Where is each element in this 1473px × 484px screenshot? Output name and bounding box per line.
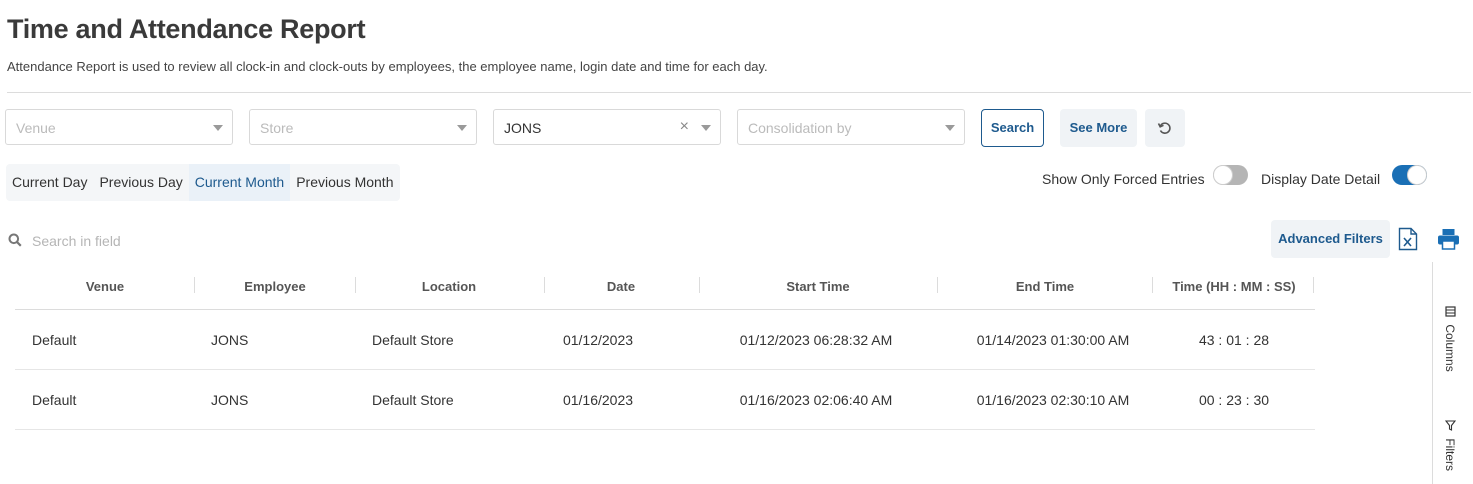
see-more-button[interactable]: See More [1060, 109, 1137, 147]
cell-location: Default Store [372, 392, 454, 408]
column-divider [355, 277, 356, 293]
chevron-down-icon [457, 125, 467, 131]
range-current-day[interactable]: Current Day [6, 164, 93, 201]
column-header-start-time[interactable]: Start Time [738, 279, 898, 294]
page-subtitle: Attendance Report is used to review all … [7, 59, 768, 74]
date-range-selector: Current Day Previous Day Current Month P… [6, 164, 400, 201]
toggle-knob [1213, 165, 1233, 185]
filter-icon [1444, 420, 1456, 431]
excel-icon[interactable] [1398, 227, 1418, 251]
column-header-venue[interactable]: Venue [55, 279, 155, 294]
columns-icon [1444, 306, 1456, 317]
chevron-down-icon [213, 125, 223, 131]
cell-date: 01/16/2023 [562, 392, 634, 408]
column-header-date[interactable]: Date [571, 279, 671, 294]
cell-date: 01/12/2023 [562, 332, 634, 348]
cell-location: Default Store [372, 332, 454, 348]
venue-select[interactable]: Venue [5, 109, 233, 145]
search-input[interactable] [32, 231, 252, 251]
clear-icon[interactable]: × [680, 118, 689, 136]
cell-duration: 43 : 01 : 28 [1198, 332, 1270, 348]
search-button[interactable]: Search [981, 109, 1044, 147]
range-previous-day[interactable]: Previous Day [93, 164, 188, 201]
field-search [8, 231, 258, 251]
columns-tab-label: Columns [1443, 324, 1457, 372]
report-table: Venue Employee Location Date Start Time … [15, 265, 1315, 430]
column-divider [544, 277, 545, 293]
employee-select[interactable]: JONS × [493, 109, 721, 145]
cell-employee: JONS [211, 332, 249, 348]
venue-placeholder: Venue [16, 120, 56, 136]
column-header-end-time[interactable]: End Time [965, 279, 1125, 294]
cell-start-time: 01/16/2023 02:06:40 AM [739, 392, 893, 408]
table-row[interactable]: Default JONS Default Store 01/16/2023 01… [15, 370, 1315, 430]
forced-entries-toggle[interactable] [1213, 165, 1248, 185]
range-current-month[interactable]: Current Month [188, 164, 291, 201]
column-divider [1152, 277, 1153, 293]
column-divider [1313, 277, 1314, 293]
rotate-ccw-icon [1157, 122, 1171, 134]
store-placeholder: Store [260, 120, 294, 136]
cell-employee: JONS [211, 392, 249, 408]
consolidation-placeholder: Consolidation by [748, 120, 852, 136]
cell-duration: 00 : 23 : 30 [1198, 392, 1270, 408]
header-divider [7, 92, 1471, 93]
filters-tab[interactable]: Filters [1443, 420, 1457, 471]
table-row[interactable]: Default JONS Default Store 01/12/2023 01… [15, 310, 1315, 370]
column-header-location[interactable]: Location [394, 279, 504, 294]
chevron-down-icon [701, 125, 711, 131]
employee-value: JONS [504, 120, 542, 136]
column-divider [699, 277, 700, 293]
chevron-down-icon [945, 125, 955, 131]
page-title: Time and Attendance Report [7, 14, 366, 44]
forced-entries-label: Show Only Forced Entries [1042, 171, 1205, 187]
date-detail-toggle[interactable] [1392, 165, 1427, 185]
cell-venue: Default [32, 332, 77, 348]
cell-end-time: 01/14/2023 01:30:00 AM [976, 332, 1130, 348]
columns-tab[interactable]: Columns [1443, 306, 1457, 372]
print-icon[interactable] [1437, 228, 1460, 250]
side-panel: Columns Filters [1432, 262, 1473, 484]
reset-button[interactable] [1145, 109, 1185, 147]
store-select[interactable]: Store [249, 109, 477, 145]
table-header: Venue Employee Location Date Start Time … [15, 265, 1315, 310]
advanced-filters-button[interactable]: Advanced Filters [1271, 220, 1390, 258]
column-divider [194, 277, 195, 293]
range-previous-month[interactable]: Previous Month [290, 164, 399, 201]
consolidation-select[interactable]: Consolidation by [737, 109, 965, 145]
filters-tab-label: Filters [1443, 438, 1457, 472]
column-header-duration[interactable]: Time (HH : MM : SS) [1164, 279, 1304, 294]
column-divider [937, 277, 938, 293]
cell-end-time: 01/16/2023 02:30:10 AM [976, 392, 1130, 408]
toggle-knob [1407, 165, 1427, 185]
cell-start-time: 01/12/2023 06:28:32 AM [739, 332, 893, 348]
column-header-employee[interactable]: Employee [220, 279, 330, 294]
date-detail-label: Display Date Detail [1261, 171, 1381, 187]
cell-venue: Default [32, 392, 77, 408]
search-icon [8, 233, 22, 247]
